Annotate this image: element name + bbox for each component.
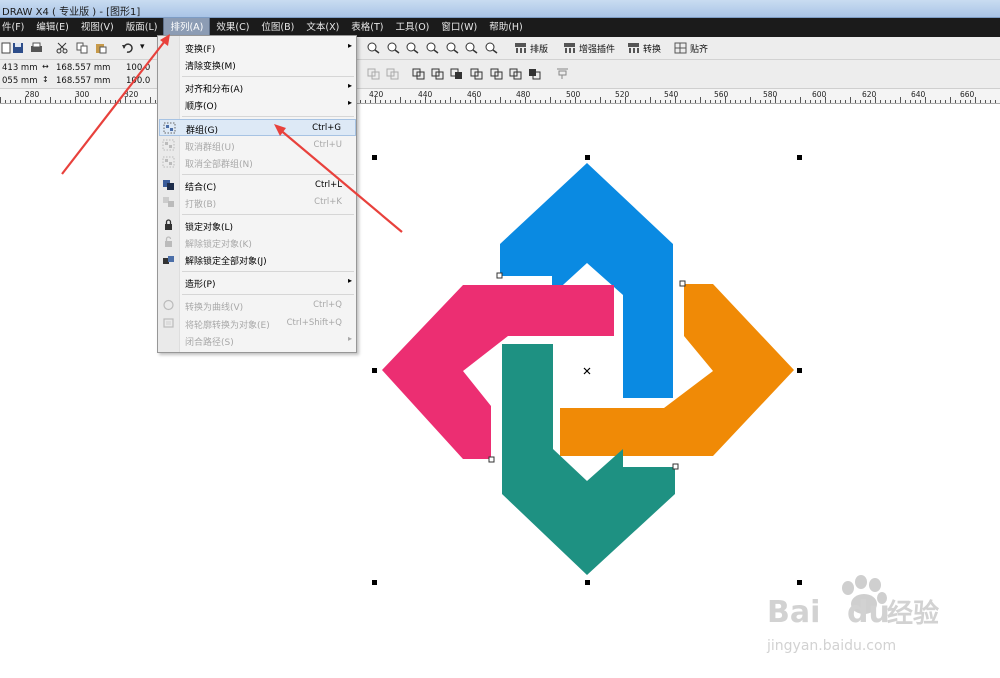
watermark-brand: Bai bbox=[767, 595, 820, 630]
annotation-arrow-to-menu bbox=[61, 36, 169, 175]
corel-draw-window: DRAW X4 ( 专业版 ) - [图形1] 件(F) 编辑(E) 视图(V)… bbox=[0, 0, 1000, 678]
annotation-arrow-to-group bbox=[277, 127, 403, 233]
baidu-watermark: Bai du 经验 jingyan.baidu.com bbox=[765, 572, 955, 662]
baidu-paw-logo: Bai du 经验 jingyan.baidu.com bbox=[766, 575, 939, 654]
watermark-brand-du: du bbox=[847, 595, 890, 630]
watermark-cn: 经验 bbox=[887, 598, 939, 629]
watermark-url: jingyan.baidu.com bbox=[766, 638, 896, 654]
